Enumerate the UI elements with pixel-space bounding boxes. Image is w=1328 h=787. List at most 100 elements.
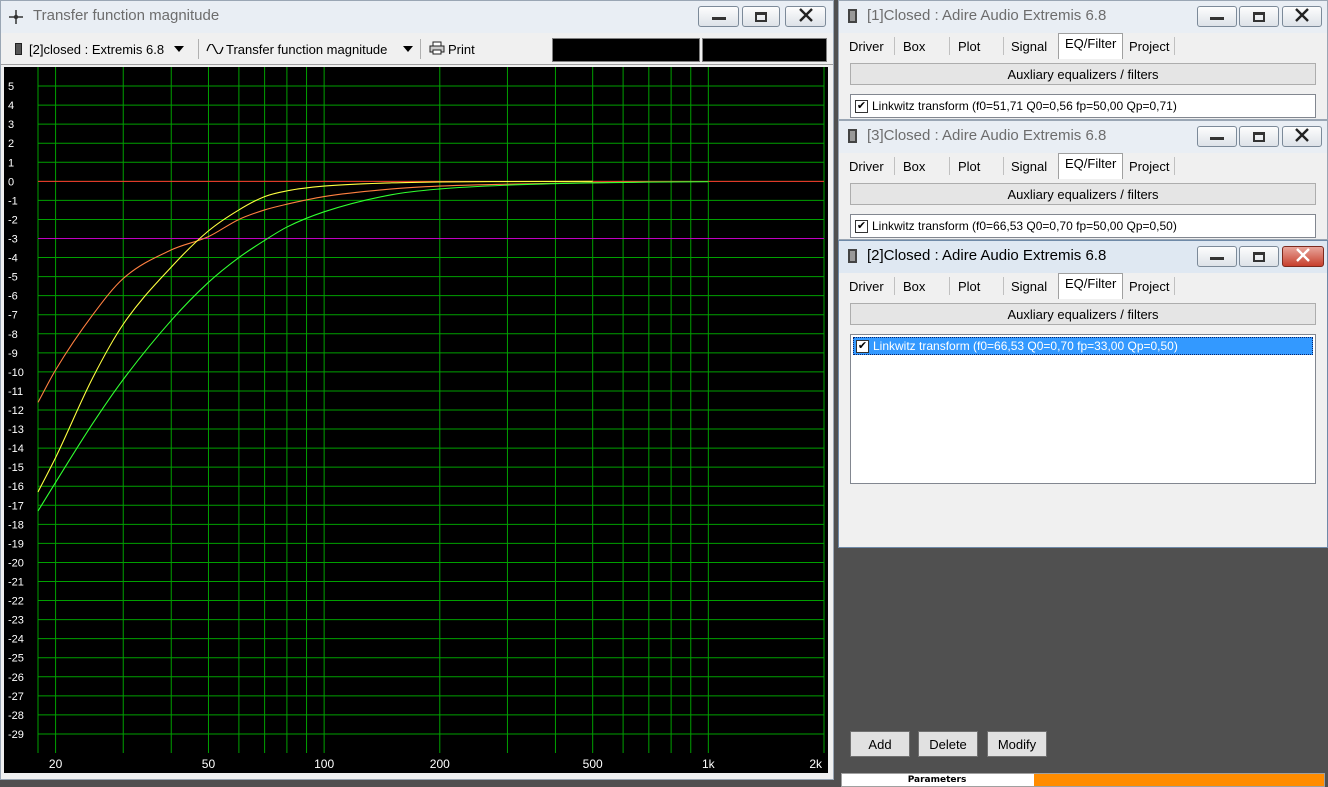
- crosshair-icon: [9, 10, 23, 24]
- minimize-button[interactable]: [1197, 126, 1237, 147]
- project-window-1-title: [1]Closed : Adire Audio Extremis 6.8: [867, 7, 1107, 24]
- project-select-value: [2]closed : Extremis 6.8: [29, 41, 165, 57]
- filter-checkbox[interactable]: ✔: [855, 219, 868, 233]
- close-button[interactable]: [1282, 6, 1322, 27]
- toolbar-separator: [420, 39, 421, 59]
- list-item[interactable]: ✔ Linkwitz transform (f0=66,53 Q0=0,70 f…: [853, 217, 1313, 235]
- tab-separator: [1174, 277, 1175, 295]
- x-tick-label: 1k: [702, 757, 716, 771]
- tab-project[interactable]: Project: [1122, 35, 1176, 57]
- filter-checkbox[interactable]: ✔: [856, 339, 869, 353]
- tab-box[interactable]: Box: [896, 35, 932, 57]
- y-tick-label: 0: [8, 176, 14, 188]
- project-window-3-titlebar[interactable]: [3]Closed : Adire Audio Extremis 6.8: [839, 121, 1327, 153]
- parameters-progress-bar: [1034, 774, 1324, 786]
- parameters-status-strip: Parameters: [841, 773, 1325, 787]
- filter-list[interactable]: ✔ Linkwitz transform (f0=66,53 Q0=0,70 f…: [850, 334, 1316, 484]
- y-tick-label: -12: [8, 405, 24, 417]
- chevron-down-icon: [174, 46, 185, 52]
- modify-button[interactable]: Modify: [987, 731, 1047, 757]
- tab-signal[interactable]: Signal: [1004, 35, 1054, 57]
- tab-box[interactable]: Box: [896, 155, 932, 177]
- filter-checkbox[interactable]: ✔: [855, 99, 868, 113]
- minimize-button[interactable]: [1197, 246, 1237, 267]
- tab-project[interactable]: Project: [1122, 275, 1176, 297]
- project-window-3: [3]Closed : Adire Audio Extremis 6.8 Dri…: [838, 120, 1328, 240]
- y-tick-label: -7: [8, 310, 18, 322]
- project-window-2: [2]Closed : Adire Audio Extremis 6.8 Dri…: [838, 240, 1328, 787]
- close-button[interactable]: [1282, 246, 1324, 267]
- minimize-icon: [1210, 137, 1224, 140]
- minimize-button[interactable]: [1197, 6, 1237, 27]
- tab-eq-filter[interactable]: EQ/Filter: [1058, 33, 1124, 59]
- project-window-1-titlebar[interactable]: [1]Closed : Adire Audio Extremis 6.8: [839, 1, 1327, 33]
- project-window-2-titlebar[interactable]: [2]Closed : Adire Audio Extremis 6.8: [839, 241, 1327, 273]
- tab-project[interactable]: Project: [1122, 155, 1176, 177]
- x-tick-label: 500: [583, 757, 603, 771]
- add-button[interactable]: Add: [850, 731, 910, 757]
- project-window-2-tabs: Driver Box Plot Signal EQ/Filter Project: [839, 273, 1327, 299]
- aux-equalizers-button[interactable]: Auxliary equalizers / filters: [850, 183, 1316, 205]
- transfer-function-chart[interactable]: 5 4 3 2 1 0 -1 -2 -3 -4 -5 -6 -7 -8 -9 -10 -11 -12 -13 -14 -…: [4, 67, 828, 773]
- filter-label: Linkwitz transform (f0=66,53 Q0=0,70 fp=…: [873, 339, 1178, 353]
- speaker-icon: [847, 9, 859, 23]
- tab-plot[interactable]: Plot: [951, 275, 987, 297]
- project-window-3-tabs: Driver Box Plot Signal EQ/Filter Project: [839, 153, 1327, 179]
- tab-driver[interactable]: Driver: [842, 35, 891, 57]
- toolbar-separator: [198, 39, 199, 59]
- maximize-button[interactable]: [742, 6, 780, 27]
- aux-equalizers-button[interactable]: Auxliary equalizers / filters: [850, 303, 1316, 325]
- plot-window-titlebar[interactable]: Transfer function magnitude: [1, 1, 833, 33]
- tab-separator: [949, 277, 950, 295]
- tab-separator: [894, 37, 895, 55]
- tab-separator: [949, 37, 950, 55]
- delete-button[interactable]: Delete: [918, 731, 978, 757]
- tab-driver[interactable]: Driver: [842, 275, 891, 297]
- close-button[interactable]: [1282, 126, 1322, 147]
- aux-equalizers-button[interactable]: Auxliary equalizers / filters: [850, 63, 1316, 85]
- y-tick-label: -3: [8, 234, 18, 246]
- print-button[interactable]: Print: [429, 40, 475, 58]
- tab-eq-filter[interactable]: EQ/Filter: [1058, 153, 1124, 179]
- close-icon: [798, 8, 814, 25]
- y-tick-label: 2: [8, 138, 14, 150]
- x-tick-label: 2k: [809, 757, 823, 771]
- minimize-button[interactable]: [698, 6, 739, 27]
- view-select[interactable]: Transfer function magnitude: [206, 40, 414, 58]
- view-select-value: Transfer function magnitude: [226, 41, 388, 57]
- plot-area[interactable]: 5 4 3 2 1 0 -1 -2 -3 -4 -5 -6 -7 -8 -9 -10 -11 -12 -13 -14 -…: [4, 67, 828, 773]
- project-select[interactable]: [2]closed : Extremis 6.8: [15, 40, 185, 58]
- y-tick-label: -5: [8, 272, 18, 284]
- maximize-button[interactable]: [1239, 126, 1279, 147]
- plot-window: Transfer function magnitude [2]closed : …: [0, 0, 834, 780]
- y-tick-label: -9: [8, 348, 18, 360]
- list-item[interactable]: ✔ Linkwitz transform (f0=51,71 Q0=0,56 f…: [853, 97, 1313, 115]
- filter-label: Linkwitz transform (f0=51,71 Q0=0,56 fp=…: [872, 99, 1177, 113]
- tab-signal[interactable]: Signal: [1004, 155, 1054, 177]
- y-tick-label: -23: [8, 615, 24, 627]
- tab-driver[interactable]: Driver: [842, 155, 891, 177]
- tab-plot[interactable]: Plot: [951, 35, 987, 57]
- y-tick-label: -28: [8, 710, 24, 722]
- tab-signal[interactable]: Signal: [1004, 275, 1054, 297]
- y-tick-label: 3: [8, 119, 14, 131]
- y-tick-label: -20: [8, 557, 24, 569]
- filter-list[interactable]: ✔ Linkwitz transform (f0=51,71 Q0=0,56 f…: [850, 94, 1316, 118]
- project-window-2-title: [2]Closed : Adire Audio Extremis 6.8: [867, 247, 1107, 264]
- list-item[interactable]: ✔ Linkwitz transform (f0=66,53 Q0=0,70 f…: [853, 337, 1313, 355]
- close-button[interactable]: [785, 6, 826, 27]
- y-tick-label: -18: [8, 519, 24, 531]
- speaker-icon: [847, 129, 859, 143]
- tab-plot[interactable]: Plot: [951, 155, 987, 177]
- y-tick-label: -10: [8, 367, 24, 379]
- minimize-icon: [1210, 257, 1224, 260]
- tab-separator: [894, 157, 895, 175]
- y-tick-label: -25: [8, 653, 24, 665]
- y-tick-label: -16: [8, 481, 24, 493]
- filter-list[interactable]: ✔ Linkwitz transform (f0=66,53 Q0=0,70 f…: [850, 214, 1316, 238]
- tab-box[interactable]: Box: [896, 275, 932, 297]
- maximize-button[interactable]: [1239, 246, 1279, 267]
- tab-eq-filter[interactable]: EQ/Filter: [1058, 273, 1124, 299]
- tab-separator: [1174, 37, 1175, 55]
- maximize-button[interactable]: [1239, 6, 1279, 27]
